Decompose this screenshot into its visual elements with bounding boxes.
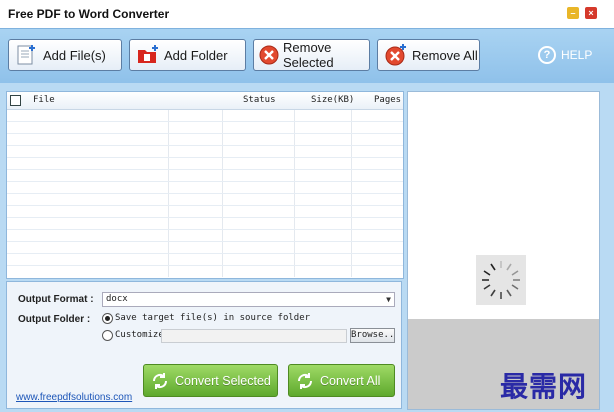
convert-selected-button[interactable]: Convert Selected (143, 364, 278, 397)
column-pages[interactable]: Pages (374, 95, 401, 105)
add-folder-button[interactable]: Add Folder (129, 39, 246, 71)
website-link[interactable]: www.freepdfsolutions.com (16, 392, 132, 403)
watermark-text: 最需网 (500, 370, 588, 403)
output-format-label: Output Format : (18, 294, 94, 305)
remove-selected-label: Remove Selected (283, 40, 334, 70)
remove-selected-button[interactable]: Remove Selected (253, 39, 370, 71)
select-all-checkbox[interactable] (10, 95, 21, 106)
column-status[interactable]: Status (243, 95, 276, 105)
save-in-source-label[interactable]: Save target file(s) in source folder (115, 313, 310, 323)
chevron-down-icon: ▼ (386, 295, 391, 304)
convert-all-label: Convert All (320, 373, 381, 388)
remove-all-button[interactable]: Remove All (377, 39, 480, 71)
toolbar: Add File(s) Add Folder Remove Selected R… (0, 28, 614, 84)
add-files-label: Add File(s) (43, 47, 106, 63)
convert-all-button[interactable]: Convert All (288, 364, 395, 397)
customize-radio[interactable] (102, 330, 113, 341)
add-files-button[interactable]: Add File(s) (8, 39, 122, 71)
loading-spinner-icon (476, 255, 526, 305)
file-list-header: File Status Size(KB) Pages (7, 92, 403, 110)
file-list-grid (7, 110, 403, 277)
remove-x-icon (258, 44, 280, 66)
options-panel: Output Format : docx ▼ Output Folder : S… (6, 281, 402, 409)
close-button[interactable]: × (585, 7, 597, 19)
help-question-icon: ? (538, 46, 556, 64)
save-in-source-radio[interactable] (102, 313, 113, 324)
output-format-value: docx (106, 294, 128, 304)
remove-all-label: Remove All (412, 47, 478, 63)
custom-path-input[interactable] (161, 329, 347, 343)
minimize-button[interactable]: – (567, 7, 579, 19)
convert-arrows-icon (151, 372, 169, 390)
title-bar: Free PDF to Word Converter – × (0, 0, 614, 28)
window-title: Free PDF to Word Converter (8, 7, 170, 21)
add-file-icon (15, 44, 37, 66)
output-folder-label: Output Folder : (18, 314, 91, 325)
file-list[interactable]: File Status Size(KB) Pages (6, 91, 404, 279)
browse-button[interactable]: Browse.. (350, 328, 395, 343)
help-label: HELP (561, 48, 593, 62)
help-button[interactable]: ? HELP (538, 46, 592, 64)
remove-all-icon (384, 44, 406, 66)
preview-panel (407, 91, 600, 410)
column-size[interactable]: Size(KB) (311, 95, 354, 105)
add-folder-label: Add Folder (164, 47, 228, 63)
customize-label[interactable]: Customize (115, 330, 164, 340)
output-format-select[interactable]: docx ▼ (102, 292, 395, 307)
column-file[interactable]: File (33, 95, 55, 105)
red-folder-icon (136, 44, 158, 66)
convert-selected-label: Convert Selected (175, 373, 271, 388)
convert-arrows-icon (296, 372, 314, 390)
